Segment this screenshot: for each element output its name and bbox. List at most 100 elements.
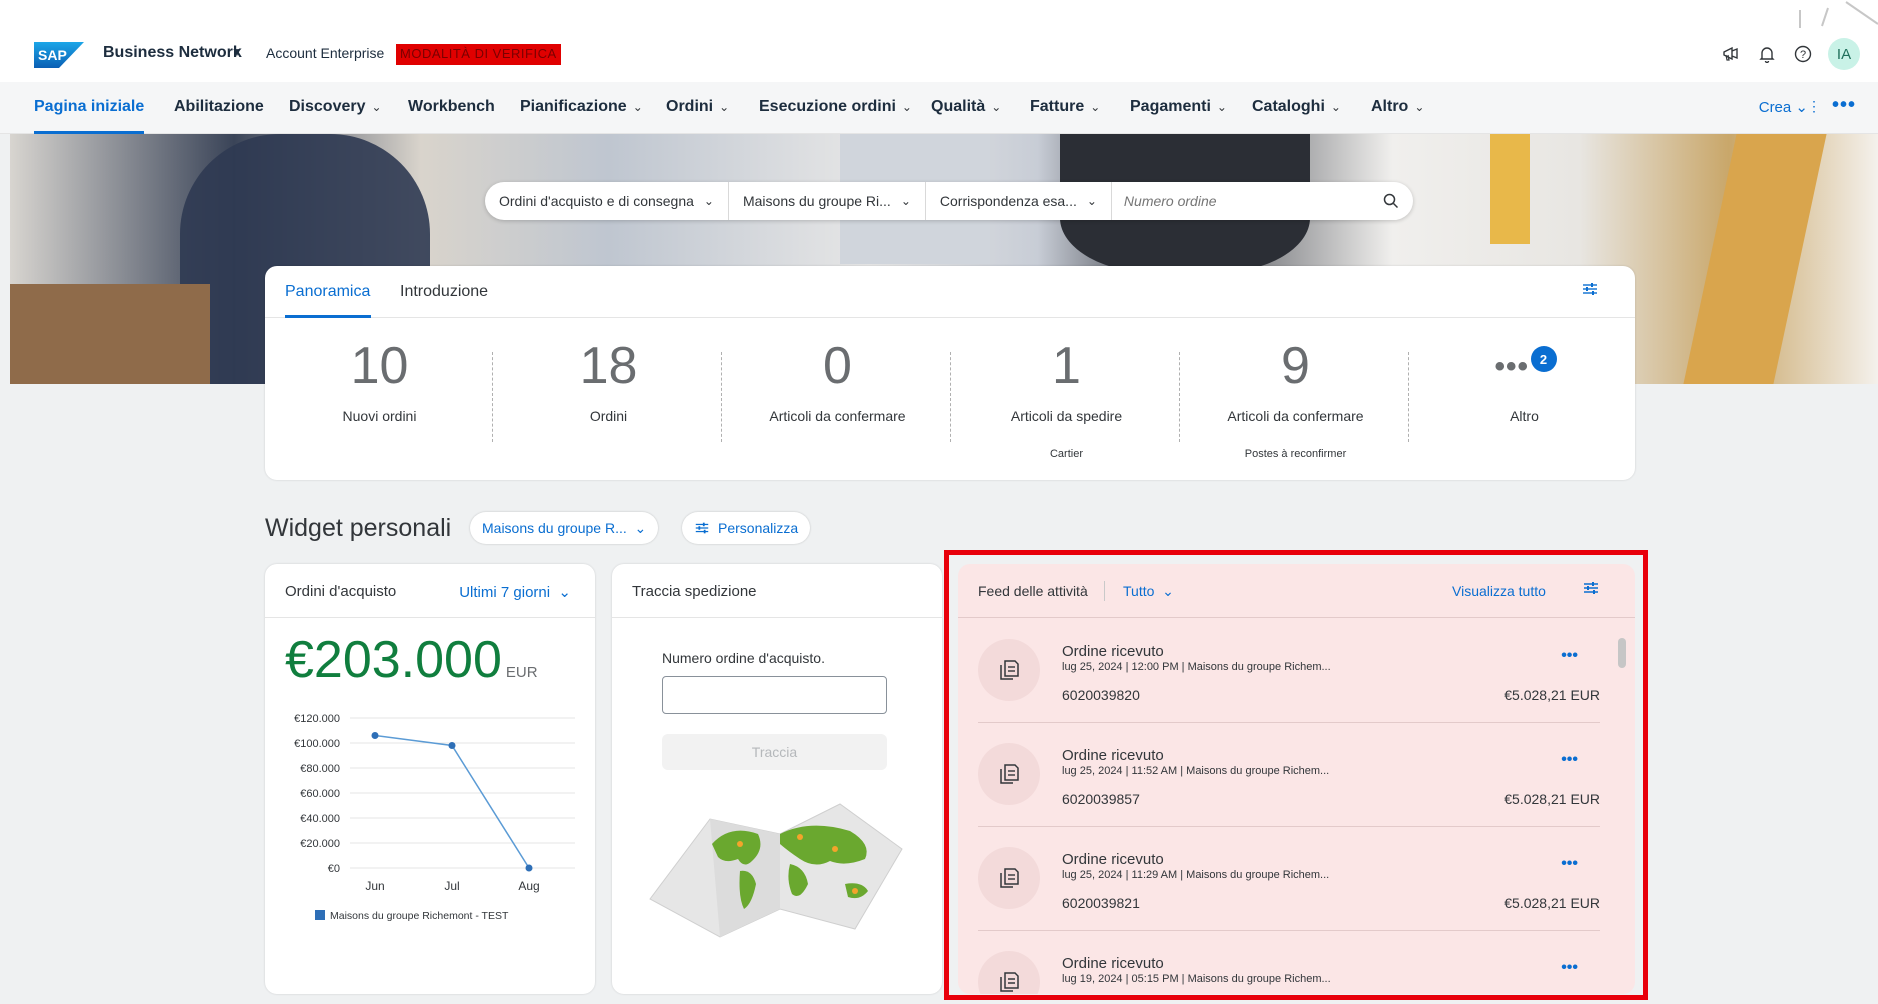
y-tick-label: €120.000 bbox=[294, 713, 340, 725]
nav-discovery[interactable]: Discovery ⌄ bbox=[289, 98, 382, 116]
feed-item[interactable]: Ordine ricevuto lug 25, 2024 | 12:00 PM … bbox=[978, 619, 1600, 723]
kpi-divider bbox=[1179, 352, 1180, 442]
kpi-items-to-confirm[interactable]: 0 Articoli da confermare bbox=[723, 336, 952, 424]
nav-planning[interactable]: Pianificazione ⌄ bbox=[520, 98, 643, 116]
chevron-down-icon: ⌄ bbox=[703, 194, 714, 208]
chevron-down-icon: ⌄ bbox=[901, 100, 912, 114]
match-type-select[interactable]: Corrispondenza esa... ⌄ bbox=[926, 182, 1112, 220]
item-actions-icon[interactable]: ••• bbox=[1561, 751, 1578, 769]
chevron-down-icon: ⌄ bbox=[1330, 100, 1341, 114]
settings-sliders-icon[interactable] bbox=[1581, 280, 1599, 303]
customer-select[interactable]: Maisons du groupe Ri... ⌄ bbox=[729, 182, 926, 220]
bell-icon[interactable] bbox=[1756, 43, 1778, 65]
feed-scrollbar[interactable] bbox=[1618, 638, 1626, 668]
kpi-value: 9 bbox=[1281, 337, 1310, 395]
kpi-new-orders[interactable]: 10 Nuovi ordini bbox=[265, 336, 494, 424]
tab-active-indicator bbox=[285, 315, 371, 318]
track-shipment-card: Traccia spedizione Numero ordine d'acqui… bbox=[612, 564, 942, 994]
nav-quality[interactable]: Qualità ⌄ bbox=[931, 98, 1001, 116]
period-select[interactable]: Ultimi 7 giorni ⌄ bbox=[459, 583, 571, 601]
personalize-button[interactable]: Personalizza bbox=[682, 512, 811, 544]
feed-item-order-number[interactable]: 6020039821 bbox=[1062, 895, 1140, 911]
view-all-link[interactable]: Visualizza tutto bbox=[1452, 583, 1546, 599]
x-tick-label: Jul bbox=[444, 879, 459, 893]
megaphone-icon[interactable] bbox=[1720, 43, 1742, 65]
document-icon bbox=[978, 951, 1040, 994]
card-header: Feed delle attività Tutto ⌄ Visualizza t… bbox=[958, 564, 1635, 618]
nav-payments[interactable]: Pagamenti ⌄ bbox=[1130, 98, 1227, 116]
item-actions-icon[interactable]: ••• bbox=[1561, 855, 1578, 873]
nav-workbench[interactable]: Workbench bbox=[408, 98, 495, 116]
widgets-title: Widget personali bbox=[265, 514, 452, 542]
feed-item[interactable]: Ordine ricevuto lug 25, 2024 | 11:52 AM … bbox=[978, 723, 1600, 827]
item-actions-icon[interactable]: ••• bbox=[1561, 959, 1578, 977]
kpi-value: 18 bbox=[579, 337, 638, 395]
kpi-items-to-reconfirm[interactable]: 9 Articoli da confermare Postes à reconf… bbox=[1181, 336, 1410, 460]
help-icon[interactable]: ? bbox=[1792, 43, 1814, 65]
widget-customer-select[interactable]: Maisons du groupe R... ⌄ bbox=[470, 512, 659, 544]
feed-item-meta: lug 19, 2024 | 05:15 PM | Maisons du gro… bbox=[1062, 973, 1331, 985]
hero-lamp-shape bbox=[1490, 134, 1530, 244]
purchase-orders-card: Ordini d'acquisto Ultimi 7 giorni ⌄ €203… bbox=[265, 564, 595, 994]
user-avatar[interactable]: IA bbox=[1828, 38, 1860, 70]
nav-orders[interactable]: Ordini ⌄ bbox=[666, 98, 729, 116]
nav-separator: ⋮ bbox=[1807, 98, 1821, 114]
kpi-value: 10 bbox=[350, 337, 409, 395]
kpi-orders[interactable]: 18 Ordini bbox=[494, 336, 723, 424]
test-mode-badge: MODALITÀ DI VERIFICA bbox=[396, 44, 561, 65]
feed-item-title: Ordine ricevuto bbox=[1062, 643, 1164, 660]
card-title: Feed delle attività bbox=[978, 583, 1088, 599]
tab-introduction[interactable]: Introduzione bbox=[400, 283, 488, 301]
nav-order-execution[interactable]: Esecuzione ordini ⌄ bbox=[759, 98, 912, 116]
legend-swatch bbox=[315, 910, 325, 920]
nav-more[interactable]: Altro ⌄ bbox=[1371, 98, 1424, 116]
shell-bar: SAP Business Network ▼ Account Enterpris… bbox=[0, 0, 1878, 82]
kpi-value: 1 bbox=[1052, 337, 1081, 395]
total-amount: €203.000 EUR bbox=[285, 631, 538, 689]
sap-logo[interactable]: SAP bbox=[34, 42, 84, 68]
x-tick-label: Jun bbox=[365, 879, 384, 893]
feed-item[interactable]: Ordine ricevuto lug 19, 2024 | 05:15 PM … bbox=[978, 931, 1600, 994]
corner-decoration bbox=[1799, 1, 1878, 28]
item-actions-icon[interactable]: ••• bbox=[1561, 647, 1578, 665]
document-icon bbox=[978, 639, 1040, 701]
track-button[interactable]: Traccia bbox=[662, 734, 887, 770]
svg-text:?: ? bbox=[1800, 49, 1806, 61]
nav-enablement[interactable]: Abilitazione bbox=[174, 98, 264, 116]
chevron-down-icon: ⌄ bbox=[632, 100, 643, 114]
document-type-select[interactable]: Ordini d'acquisto e di consegna ⌄ bbox=[485, 182, 729, 220]
product-caret-icon[interactable]: ▼ bbox=[231, 45, 243, 59]
product-menu[interactable]: Business Network bbox=[103, 44, 242, 62]
chevron-down-icon: ⌄ bbox=[634, 519, 647, 536]
document-icon bbox=[978, 743, 1040, 805]
feed-item-amount: €5.028,21 EUR bbox=[1504, 791, 1600, 807]
data-point bbox=[371, 732, 379, 739]
feed-item-order-number[interactable]: 6020039857 bbox=[1062, 791, 1140, 807]
settings-sliders-icon[interactable] bbox=[1582, 579, 1600, 602]
chevron-down-icon: ⌄ bbox=[719, 100, 730, 114]
kpi-more[interactable]: ••• 2 Altro bbox=[1410, 336, 1639, 424]
chevron-down-icon: ⌄ bbox=[991, 100, 1002, 114]
feed-filter-select[interactable]: Tutto ⌄ bbox=[1123, 583, 1174, 600]
create-menu[interactable]: Crea ⌄ bbox=[1759, 98, 1808, 116]
tab-overview[interactable]: Panoramica bbox=[285, 283, 370, 301]
notification-badge: 2 bbox=[1530, 346, 1557, 372]
nav-home[interactable]: Pagina iniziale bbox=[34, 98, 144, 116]
feed-item[interactable]: Ordine ricevuto lug 25, 2024 | 11:29 AM … bbox=[978, 827, 1600, 931]
chevron-down-icon: ⌄ bbox=[1162, 583, 1174, 599]
feed-item-order-number[interactable]: 6020039820 bbox=[1062, 687, 1140, 703]
order-number-input[interactable] bbox=[1111, 182, 1369, 220]
nav-catalogs[interactable]: Cataloghi ⌄ bbox=[1252, 98, 1341, 116]
x-tick-label: Aug bbox=[518, 879, 539, 893]
nav-invoices[interactable]: Fatture ⌄ bbox=[1030, 98, 1100, 116]
search-icon[interactable] bbox=[1369, 193, 1413, 209]
kpi-label: Altro bbox=[1510, 408, 1539, 424]
more-dots-icon: ••• bbox=[1494, 350, 1530, 383]
kpi-label: Articoli da confermare bbox=[1227, 408, 1364, 424]
po-number-input[interactable] bbox=[662, 676, 887, 714]
chevron-down-icon: ⌄ bbox=[1086, 194, 1097, 208]
overflow-menu-icon[interactable]: ••• bbox=[1832, 94, 1856, 117]
po-number-label: Numero ordine d'acquisto. bbox=[662, 650, 825, 666]
kpi-items-to-ship[interactable]: 1 Articoli da spedire Cartier bbox=[952, 336, 1181, 460]
legend-label: Maisons du groupe Richemont - TEST bbox=[330, 910, 509, 922]
